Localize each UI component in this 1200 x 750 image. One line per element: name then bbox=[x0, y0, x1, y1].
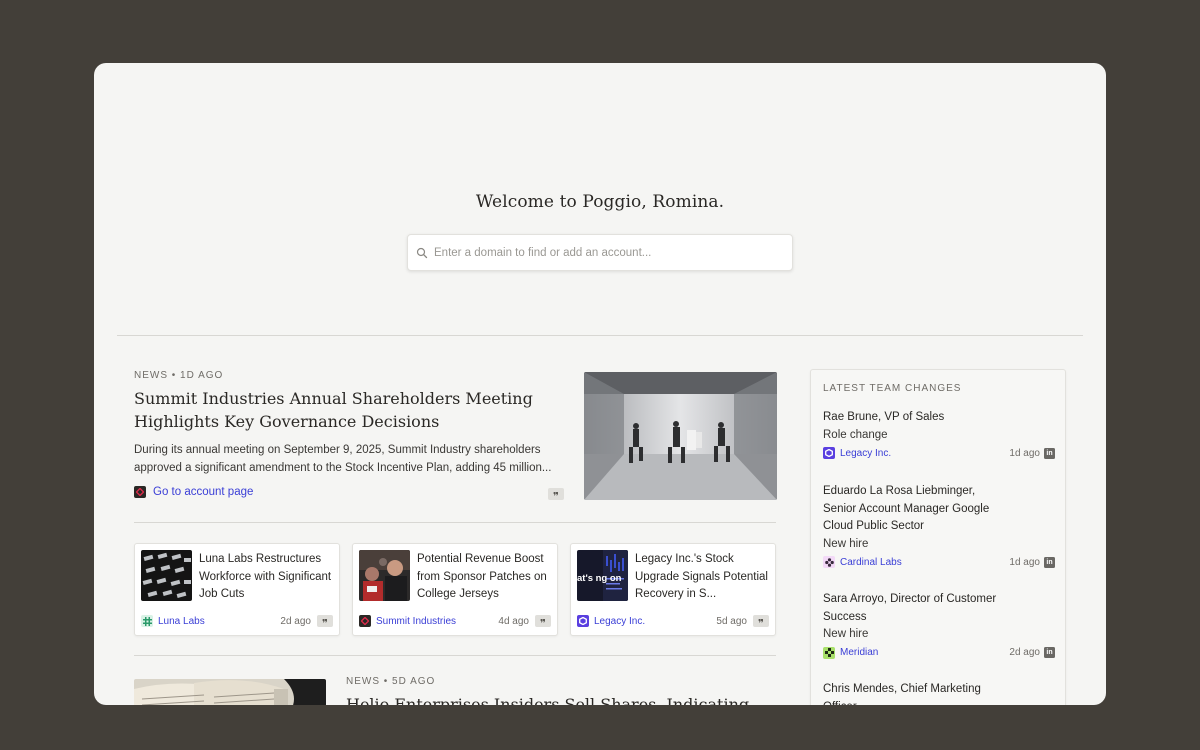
news-card-time: 5d ago bbox=[716, 615, 747, 627]
linkedin-icon[interactable]: in bbox=[1044, 447, 1055, 459]
featured-news-image[interactable] bbox=[584, 372, 777, 500]
team-change-name[interactable]: Sara Arroyo, Director of Customer Succes… bbox=[823, 591, 1008, 626]
linkedin-icon[interactable]: in bbox=[1044, 556, 1055, 568]
news-card-footer: Summit Industries 4d ago ❞ bbox=[359, 615, 551, 629]
news-card-footer: Legacy Inc. 5d ago ❞ bbox=[577, 615, 769, 629]
domain-search-box[interactable] bbox=[407, 234, 793, 271]
news-card-thumbnail: at's ng on bbox=[577, 550, 628, 601]
news-card-title: Potential Revenue Boost from Sponsor Pat… bbox=[417, 553, 547, 600]
cardinal-labs-logo-icon bbox=[823, 556, 835, 568]
team-change-name[interactable]: Rae Brune, VP of Sales bbox=[823, 409, 1008, 427]
app-window: Welcome to Poggio, Romina. NEWS • 1D AGO… bbox=[94, 63, 1106, 705]
featured-news-title[interactable]: Summit Industries Annual Shareholders Me… bbox=[134, 387, 554, 433]
quote-icon[interactable]: ❞ bbox=[753, 615, 769, 629]
team-change-type: Role change bbox=[823, 428, 888, 441]
team-change-item: Rae Brune, VP of Sales Role change Legac… bbox=[823, 409, 1055, 459]
news-card-footer: Luna Labs 2d ago ❞ bbox=[141, 615, 333, 629]
news-title[interactable]: Helio Enterprises Insiders Sell Shares, … bbox=[346, 693, 766, 705]
news-card-title: Legacy Inc.'s Stock Upgrade Signals Pote… bbox=[635, 553, 768, 600]
domain-search-input[interactable] bbox=[434, 246, 774, 259]
team-change-name[interactable]: Eduardo La Rosa Liebminger, Senior Accou… bbox=[823, 483, 1008, 536]
team-change-type: New hire bbox=[823, 628, 869, 640]
news-article-image[interactable] bbox=[134, 679, 326, 705]
summit-industries-logo-icon bbox=[359, 615, 371, 627]
news-card-company[interactable]: Summit Industries bbox=[376, 616, 498, 627]
news-card-company[interactable]: Luna Labs bbox=[158, 616, 280, 627]
team-change-time: 1d ago bbox=[1009, 447, 1040, 459]
team-changes-header: LATEST TEAM CHANGES bbox=[823, 383, 962, 394]
quote-icon[interactable]: ❞ bbox=[317, 615, 333, 629]
news-card[interactable]: Potential Revenue Boost from Sponsor Pat… bbox=[352, 543, 558, 636]
team-change-time: 2d ago bbox=[1009, 647, 1040, 658]
team-change-type: New hire bbox=[823, 537, 869, 550]
thumbnail-text: at's ng on bbox=[577, 573, 622, 584]
news-card-thumbnail bbox=[141, 550, 192, 601]
team-changes-panel: LATEST TEAM CHANGES Rae Brune, VP of Sal… bbox=[810, 369, 1066, 705]
linkedin-icon[interactable]: in bbox=[1044, 647, 1055, 658]
quote-icon[interactable]: ❞ bbox=[535, 615, 551, 629]
legacy-inc-logo-icon bbox=[577, 615, 589, 627]
team-change-company[interactable]: Legacy Inc. bbox=[840, 448, 1009, 459]
search-icon bbox=[416, 247, 428, 258]
news-meta: NEWS • 5D AGO bbox=[346, 676, 436, 687]
luna-labs-logo-icon bbox=[141, 615, 153, 627]
news-divider bbox=[134, 522, 776, 523]
team-change-item: Eduardo La Rosa Liebminger, Senior Accou… bbox=[823, 483, 1055, 568]
team-change-company[interactable]: Cardinal Labs bbox=[840, 557, 1009, 568]
news-card[interactable]: at's ng on Legacy Inc.'s Stock Upgrade S… bbox=[570, 543, 776, 636]
go-to-account-label: Go to account page bbox=[153, 486, 254, 498]
news-card-time: 2d ago bbox=[280, 615, 311, 627]
team-change-time: 1d ago bbox=[1009, 556, 1040, 568]
news-card[interactable]: Luna Labs Restructures Workforce with Si… bbox=[134, 543, 340, 636]
team-change-item: Chris Mendes, Chief Marketing Officer bbox=[823, 681, 1055, 705]
section-divider bbox=[117, 335, 1083, 336]
news-divider bbox=[134, 655, 776, 656]
featured-news-summary: During its annual meeting on September 9… bbox=[134, 444, 552, 474]
news-card-time: 4d ago bbox=[498, 615, 529, 627]
go-to-account-link[interactable]: Go to account page bbox=[134, 486, 253, 498]
welcome-heading: Welcome to Poggio, Romina. bbox=[475, 192, 725, 212]
featured-news-meta: NEWS • 1D AGO bbox=[134, 370, 224, 381]
meridian-logo-icon bbox=[823, 646, 835, 659]
team-change-item: Sara Arroyo, Director of Customer Succes… bbox=[823, 591, 1055, 659]
legacy-inc-logo-icon bbox=[823, 447, 835, 459]
quote-icon[interactable]: ❞ bbox=[548, 488, 564, 502]
news-card-thumbnail bbox=[359, 550, 410, 601]
team-change-name[interactable]: Chris Mendes, Chief Marketing Officer bbox=[823, 681, 1008, 705]
team-change-company[interactable]: Meridian bbox=[840, 647, 1009, 658]
news-card-company[interactable]: Legacy Inc. bbox=[594, 616, 716, 627]
summit-industries-logo-icon bbox=[134, 486, 146, 498]
news-card-title: Luna Labs Restructures Workforce with Si… bbox=[199, 553, 332, 600]
